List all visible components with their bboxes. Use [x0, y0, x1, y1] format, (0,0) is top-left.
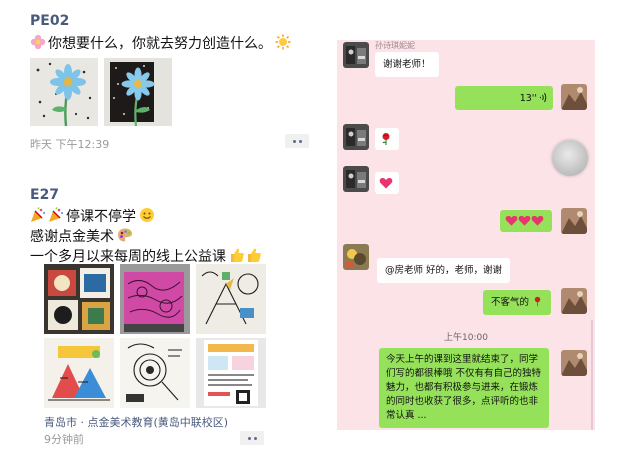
post-more-button[interactable]	[240, 431, 264, 445]
heart-icon	[531, 215, 544, 226]
heart-icon	[379, 177, 393, 189]
floating-assistive-button[interactable]	[552, 140, 588, 176]
chat-message-outgoing[interactable]: 不客气的	[483, 290, 552, 315]
post-photo-flower-dark[interactable]	[104, 58, 172, 126]
heart-icon	[518, 215, 531, 226]
chat-sender-name: 孙诗琪妮妮	[375, 41, 415, 50]
smile-emoji-icon	[140, 208, 154, 222]
post-timestamp: 9分钟前	[44, 433, 84, 446]
post-line-3-text: 一个多月以来每周的线上公益课	[30, 249, 226, 265]
chat-message-rose[interactable]	[375, 128, 399, 150]
avatar[interactable]	[343, 124, 369, 150]
post-line-2-text: 感谢点金美术	[30, 229, 114, 245]
avatar-self[interactable]	[561, 288, 587, 314]
moment-post-e27: E27 停课不停学 感谢点金美术 一个多月以来每周的线上公益课	[30, 186, 320, 267]
post-photo-artwork-4[interactable]	[44, 338, 114, 408]
party-popper-icon	[31, 207, 45, 222]
post-text-line-2: 感谢点金美术	[30, 227, 320, 247]
dot-icon	[298, 139, 302, 143]
post-text-line-1: 停课不停学	[30, 207, 320, 227]
avatar-self[interactable]	[561, 84, 587, 110]
heart-icon	[505, 215, 518, 226]
chat-message-incoming[interactable]: @房老师 好的，老师，谢谢	[377, 258, 511, 283]
chat-message-long[interactable]: 今天上午的课到这里就结束了，同学们写的都很棒哦 不仅有有自己的独特魅力，也都有积…	[379, 348, 549, 428]
chat-message-hearts[interactable]	[500, 210, 552, 232]
chat-message-incoming[interactable]: 谢谢老师！	[375, 52, 439, 77]
dot-icon	[247, 436, 251, 440]
voice-duration: 13''	[519, 93, 537, 104]
rose-icon	[534, 296, 541, 307]
post-photo-flower-white[interactable]	[30, 58, 98, 126]
post-username[interactable]: E27	[30, 186, 320, 204]
post-image-grid-row-2	[44, 338, 266, 408]
post-image-grid	[30, 58, 172, 126]
party-popper-icon	[49, 207, 63, 222]
chat-voice-message[interactable]: 13''	[455, 86, 553, 110]
voice-wave-icon	[540, 92, 547, 103]
chat-time-divider: 上午10:00	[444, 333, 488, 343]
sun-emoji-icon	[275, 34, 291, 50]
palette-emoji-icon	[118, 228, 132, 242]
post-more-button[interactable]	[285, 134, 309, 148]
chat-welcome-text: 不客气的	[491, 297, 530, 308]
post-photo-artwork-5[interactable]	[120, 338, 190, 408]
post-photo-artwork-3[interactable]	[196, 264, 266, 334]
flower-emoji-icon	[30, 34, 46, 50]
post-line-1-text: 停课不停学	[66, 209, 136, 225]
post-photo-artwork-2[interactable]	[120, 264, 190, 334]
chat-screenshot: 孙诗琪妮妮 谢谢老师！ 13'' @房老师 好的，老师，谢谢 不客气的 上午10…	[337, 40, 595, 430]
avatar[interactable]	[343, 42, 369, 68]
post-text: 你想要什么，你就去努力创造什么。	[30, 34, 320, 54]
post-timestamp: 昨天 下午12:39	[30, 138, 110, 151]
dot-icon	[292, 139, 296, 143]
avatar-self[interactable]	[561, 350, 587, 376]
dot-icon	[253, 436, 257, 440]
post-location-link[interactable]: 青岛市 · 点金美术教育(黄岛中联校区)	[44, 414, 228, 430]
avatar-self[interactable]	[561, 208, 587, 234]
thumbs-up-icon	[231, 248, 244, 262]
post-image-grid	[44, 264, 266, 334]
post-photo-artwork-1[interactable]	[44, 264, 114, 334]
post-photo-poster[interactable]	[196, 338, 266, 408]
rose-icon	[382, 133, 390, 145]
avatar[interactable]	[343, 244, 369, 270]
chat-scrollbar[interactable]	[591, 320, 593, 430]
moment-post-pe02: PE02 你想要什么，你就去努力创造什么。	[30, 12, 320, 54]
thumbs-up-icon	[248, 248, 261, 262]
post-text-body: 你想要什么，你就去努力创造什么。	[48, 36, 272, 52]
post-username[interactable]: PE02	[30, 12, 320, 30]
avatar[interactable]	[343, 166, 369, 192]
chat-message-heart[interactable]	[375, 172, 399, 194]
